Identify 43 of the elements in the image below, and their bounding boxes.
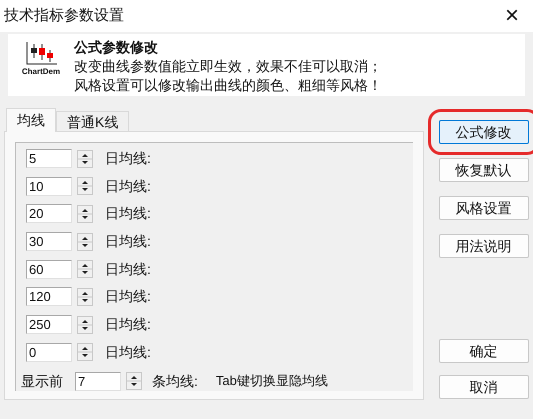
header-title: 公式参数修改 xyxy=(74,38,159,57)
spinner-icon[interactable] xyxy=(77,232,93,251)
spinner-icon[interactable] xyxy=(77,260,93,278)
number-field[interactable]: 60 xyxy=(26,260,72,279)
spinner-icon[interactable] xyxy=(77,150,93,168)
side-button[interactable]: 用法说明 xyxy=(438,234,528,258)
hint-text: Tab键切换显隐均线 xyxy=(216,372,328,390)
window-title: 技术指标参数设置 xyxy=(4,6,124,26)
ma-label: 日均线: xyxy=(105,315,151,334)
number-field[interactable]: 0 xyxy=(26,342,72,362)
ma-label: 日均线: xyxy=(105,149,151,168)
dialog-button[interactable]: 取消 xyxy=(438,375,528,399)
show-prefix: 显示前 xyxy=(21,372,63,390)
number-field[interactable]: 20 xyxy=(26,204,72,224)
dialog-button[interactable]: 确定 xyxy=(438,339,528,363)
tab[interactable]: 普通K线 xyxy=(56,111,130,131)
header-description: 风格设置可以修改输出曲线的颜色、粗细等风格！ xyxy=(74,76,382,95)
ma-label: 日均线: xyxy=(105,176,151,196)
logo-caption: ChartDem xyxy=(22,68,60,76)
ma-label: 日均线: xyxy=(105,232,151,252)
number-field[interactable]: 30 xyxy=(26,232,72,252)
side-button[interactable]: 风格设置 xyxy=(438,196,528,220)
side-button[interactable]: 公式修改 xyxy=(438,120,528,144)
header-description: 改变曲线参数值能立即生效，效果不佳可以取消； xyxy=(74,57,382,76)
spinner-icon[interactable] xyxy=(77,316,93,334)
spinner-icon[interactable] xyxy=(126,372,142,390)
number-field[interactable]: 120 xyxy=(26,287,72,306)
number-field[interactable]: 10 xyxy=(26,176,72,196)
ma-label: 日均线: xyxy=(105,204,151,224)
number-field[interactable]: 5 xyxy=(26,149,72,168)
show-suffix: 条均线: xyxy=(152,372,198,390)
spinner-icon[interactable] xyxy=(77,177,93,196)
spinner-icon[interactable] xyxy=(77,204,93,223)
number-field[interactable]: 7 xyxy=(75,372,121,390)
tab[interactable]: 均线 xyxy=(6,108,56,132)
spinner-icon[interactable] xyxy=(77,288,93,306)
ma-label: 日均线: xyxy=(105,260,151,279)
side-button[interactable]: 恢复默认 xyxy=(438,158,528,182)
ma-label: 日均线: xyxy=(105,287,151,306)
close-button[interactable]: × xyxy=(504,4,519,28)
ma-label: 日均线: xyxy=(105,342,151,362)
spinner-icon[interactable] xyxy=(77,343,93,362)
number-field[interactable]: 250 xyxy=(26,315,72,334)
